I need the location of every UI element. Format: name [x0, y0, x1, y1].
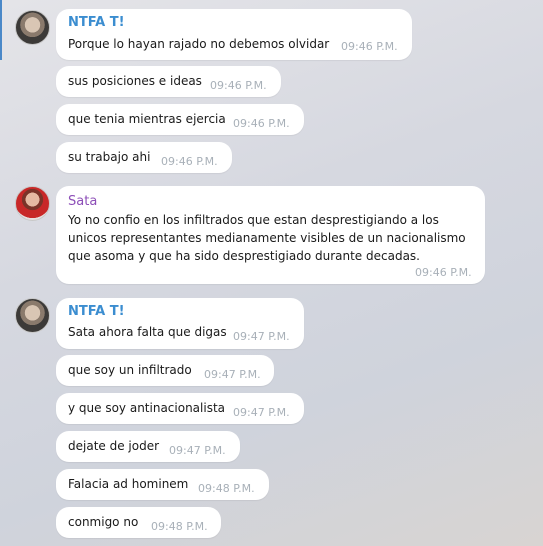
- message-text: y que soy antinacionalista: [68, 401, 226, 415]
- message-time: 09:46 P.M.: [341, 40, 398, 53]
- message-text: conmigo no: [68, 515, 139, 529]
- message-text: Sata ahora falta que digas: [68, 325, 227, 339]
- message-bubble[interactable]: su trabajo ahi 09:46 P.M.: [56, 142, 232, 173]
- message-bubble[interactable]: y que soy antinacionalista 09:47 P.M.: [56, 393, 304, 424]
- message-bubble[interactable]: conmigo no 09:48 P.M.: [56, 507, 221, 538]
- message-text: sus posiciones e ideas: [68, 74, 202, 88]
- message-bubble[interactable]: Sata Yo no confio en los infiltrados que…: [56, 186, 485, 284]
- message-text: dejate de joder: [68, 439, 160, 453]
- avatar-ntfa[interactable]: [15, 298, 50, 333]
- message-time: 09:47 P.M.: [233, 406, 290, 419]
- message-bubble[interactable]: que soy un infiltrado 09:47 P.M.: [56, 355, 274, 386]
- message-time: 09:48 P.M.: [151, 520, 208, 533]
- message-bubble[interactable]: NTFA T! Porque lo hayan rajado no debemo…: [56, 9, 412, 60]
- avatar-sata[interactable]: [15, 186, 50, 221]
- message-time: 09:46 P.M.: [161, 155, 218, 168]
- avatar-ntfa[interactable]: [15, 10, 50, 45]
- message-bubble[interactable]: dejate de joder 09:47 P.M.: [56, 431, 240, 462]
- message-text: Yo no confio en los infiltrados que esta…: [68, 213, 466, 263]
- message-time: 09:46 P.M.: [415, 266, 472, 279]
- message-time: 09:47 P.M.: [233, 330, 290, 343]
- message-time: 09:48 P.M.: [198, 482, 255, 495]
- sender-name[interactable]: NTFA T!: [68, 15, 125, 30]
- message-time: 09:46 P.M.: [233, 117, 290, 130]
- message-text: que soy un infiltrado: [68, 363, 192, 377]
- message-bubble[interactable]: sus posiciones e ideas 09:46 P.M.: [56, 66, 281, 97]
- message-time: 09:47 P.M.: [169, 444, 226, 457]
- sender-name[interactable]: NTFA T!: [68, 304, 125, 319]
- message-text: Porque lo hayan rajado no debemos olvida…: [68, 37, 330, 51]
- message-bubble[interactable]: NTFA T! Sata ahora falta que digas 09:47…: [56, 298, 304, 349]
- message-time: 09:46 P.M.: [210, 79, 267, 92]
- message-bubble[interactable]: que tenia mientras ejercia 09:46 P.M.: [56, 104, 304, 135]
- message-text: que tenia mientras ejercia: [68, 112, 226, 126]
- window-edge: [0, 0, 2, 60]
- message-time: 09:47 P.M.: [204, 368, 261, 381]
- message-text: Falacia ad hominem: [68, 477, 189, 491]
- sender-name[interactable]: Sata: [68, 194, 97, 209]
- message-text: su trabajo ahi: [68, 150, 151, 164]
- message-bubble[interactable]: Falacia ad hominem 09:48 P.M.: [56, 469, 269, 500]
